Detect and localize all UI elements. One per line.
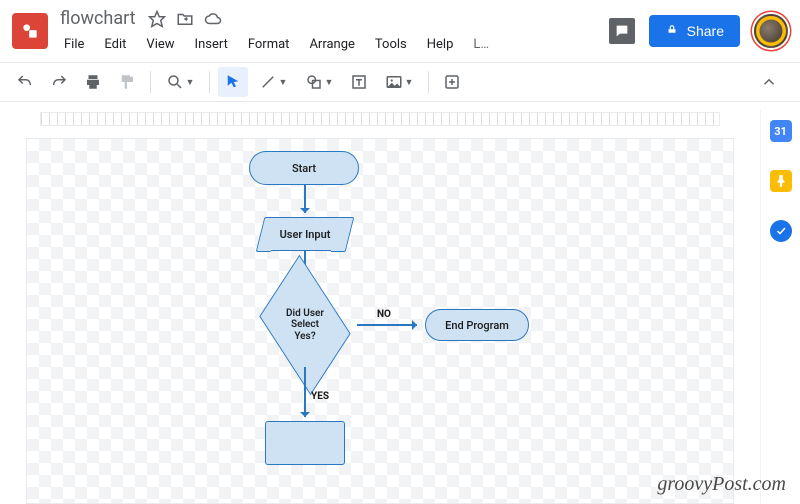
select-tool-icon[interactable]: [218, 67, 248, 97]
flowchart-start-node[interactable]: Start: [249, 151, 359, 185]
cloud-status-icon[interactable]: [204, 10, 222, 28]
calendar-addon-icon[interactable]: 31: [770, 120, 792, 142]
menu-arrange[interactable]: Arrange: [301, 33, 362, 56]
textbox-tool-icon[interactable]: [344, 67, 374, 97]
horizontal-ruler: [40, 112, 720, 126]
flowchart-input-node[interactable]: User Input: [270, 217, 340, 251]
edge-label-no: NO: [377, 309, 391, 320]
connector-start-to-input[interactable]: [304, 185, 306, 213]
menu-help[interactable]: Help: [419, 33, 462, 56]
share-button-label: Share: [687, 23, 724, 39]
image-tool-dropdown[interactable]: ▼: [378, 67, 420, 97]
star-icon[interactable]: [148, 10, 166, 28]
paint-format-icon[interactable]: [112, 67, 142, 97]
menu-file[interactable]: File: [56, 33, 92, 56]
menu-more[interactable]: L…: [465, 33, 497, 56]
flowchart-start-label: Start: [292, 162, 316, 175]
edge-label-yes: YES: [311, 391, 329, 402]
shape-tool-dropdown[interactable]: ▼: [298, 67, 340, 97]
insert-more-icon[interactable]: [437, 67, 467, 97]
connector-decision-yes[interactable]: [304, 367, 306, 417]
connector-decision-no[interactable]: [357, 324, 417, 326]
tasks-addon-icon[interactable]: [770, 220, 792, 242]
menu-view[interactable]: View: [138, 33, 182, 56]
line-tool-dropdown[interactable]: ▼: [252, 67, 294, 97]
toolbar: ▼ ▼ ▼ ▼: [0, 62, 800, 102]
redo-icon[interactable]: [44, 67, 74, 97]
header-bar: flowchart File Edit View Insert Format A…: [0, 0, 800, 56]
keep-addon-icon[interactable]: [770, 170, 792, 192]
flowchart-end-label: End Program: [445, 319, 509, 332]
comments-icon[interactable]: [609, 18, 635, 44]
collapse-toolbar-icon[interactable]: [754, 67, 784, 97]
menu-insert[interactable]: Insert: [187, 33, 236, 56]
drawings-doc-icon[interactable]: [12, 13, 48, 49]
flowchart-input-label: User Input: [280, 228, 331, 241]
flowchart-decision-node[interactable]: Did User Select Yes?: [259, 289, 351, 361]
chevron-down-icon: ▼: [186, 77, 195, 88]
print-icon[interactable]: [78, 67, 108, 97]
flowchart-decision-label: Did User Select Yes?: [259, 289, 351, 361]
document-title[interactable]: flowchart: [56, 6, 140, 31]
side-panel: 31: [760, 110, 800, 504]
drawing-canvas[interactable]: Start User Input Did User Select Yes? NO…: [26, 138, 734, 504]
flowchart-end-node[interactable]: End Program: [425, 309, 529, 341]
zoom-dropdown[interactable]: ▼: [159, 67, 201, 97]
menu-tools[interactable]: Tools: [367, 33, 415, 56]
move-to-folder-icon[interactable]: [176, 10, 194, 28]
undo-icon[interactable]: [10, 67, 40, 97]
menu-edit[interactable]: Edit: [96, 33, 134, 56]
menu-format[interactable]: Format: [240, 33, 298, 56]
account-avatar[interactable]: [754, 14, 788, 48]
flowchart-process-node[interactable]: [265, 421, 345, 465]
share-button[interactable]: Share: [649, 15, 740, 47]
menu-bar: File Edit View Insert Format Arrange Too…: [56, 33, 601, 56]
workspace: Start User Input Did User Select Yes? NO…: [0, 110, 760, 504]
